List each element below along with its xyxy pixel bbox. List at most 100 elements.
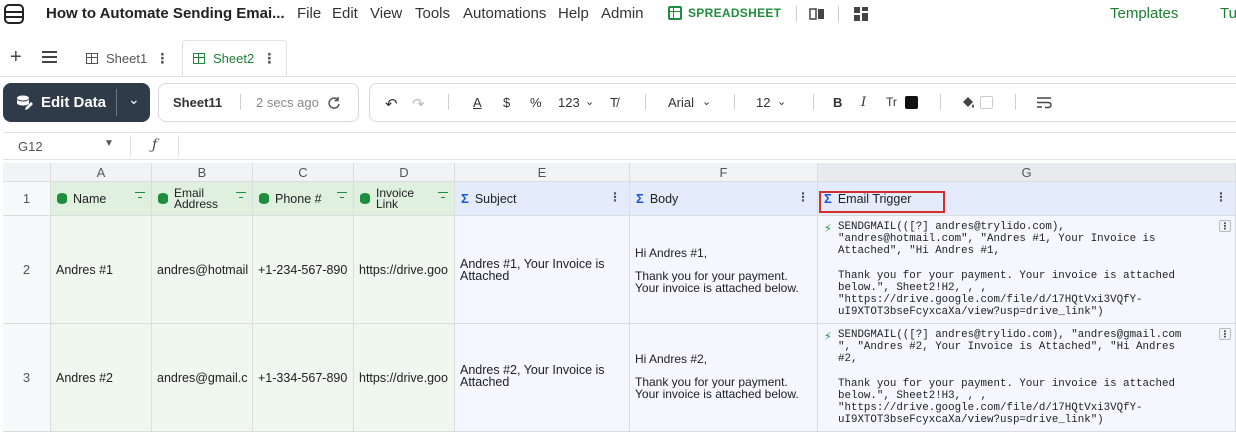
caret-down-icon[interactable]: ▼ bbox=[104, 138, 114, 149]
toolbar-divider bbox=[940, 94, 941, 110]
italic-button[interactable]: I bbox=[861, 95, 866, 110]
column-header-d[interactable]: D bbox=[354, 163, 455, 182]
column-menu-icon[interactable]: ⋮ bbox=[1215, 190, 1227, 204]
cell-f3[interactable]: Hi Andres #2, Thank you for your payment… bbox=[630, 324, 818, 432]
row-header-2[interactable]: 2 bbox=[3, 216, 51, 324]
field-header-subject[interactable]: Σ Subject ⋮ bbox=[455, 182, 630, 216]
bold-button[interactable]: B bbox=[833, 95, 842, 110]
select-all-corner[interactable] bbox=[3, 163, 51, 182]
column-menu-icon[interactable]: ⋮ bbox=[609, 190, 621, 204]
cell-g3[interactable]: ⚡ SENDGMAIL(([?] andres@trylido.com), "a… bbox=[818, 324, 1236, 432]
row-header-3[interactable]: 3 bbox=[3, 324, 51, 432]
field-header-email-address[interactable]: Email Address bbox=[152, 182, 253, 216]
filter-icon[interactable] bbox=[236, 192, 246, 200]
edit-data-button[interactable]: Edit Data ⌄ bbox=[3, 83, 150, 122]
cell-a3[interactable]: Andres #2 bbox=[51, 324, 152, 432]
menu-admin[interactable]: Admin bbox=[601, 5, 644, 22]
percent-format-button[interactable]: % bbox=[530, 95, 542, 110]
add-sheet-icon[interactable]: + bbox=[10, 46, 22, 69]
formula-sigma-icon: Σ bbox=[461, 191, 469, 206]
fill-color-icon[interactable] bbox=[960, 95, 976, 110]
number-format-dropdown[interactable]: 123 bbox=[558, 95, 580, 110]
cell-a2[interactable]: Andres #1 bbox=[51, 216, 152, 324]
spreadsheet-badge-label: SPREADSHEET bbox=[688, 6, 782, 20]
cell-f2[interactable]: Hi Andres #1, Thank you for your payment… bbox=[630, 216, 818, 324]
table-icon bbox=[193, 53, 205, 64]
column-header-c[interactable]: C bbox=[253, 163, 354, 182]
field-header-label: Subject bbox=[474, 191, 517, 206]
tab-sheet2[interactable]: Sheet2 ⋮ bbox=[182, 40, 288, 76]
field-header-label: Invoice Link bbox=[376, 185, 415, 211]
font-size-dropdown[interactable]: 12 bbox=[756, 95, 770, 110]
chevron-down-icon[interactable]: ⌄ bbox=[702, 95, 711, 108]
tab-sheet1[interactable]: Sheet1 ⋮ bbox=[76, 40, 179, 76]
filter-icon[interactable] bbox=[438, 192, 448, 200]
templates-link[interactable]: Templates bbox=[1110, 5, 1178, 22]
split-view-icon[interactable] bbox=[808, 5, 826, 23]
fill-color-swatch[interactable] bbox=[980, 96, 993, 109]
menu-tools[interactable]: Tools bbox=[415, 5, 450, 22]
clear-format-icon[interactable]: T̸ bbox=[610, 95, 618, 110]
cell-g2[interactable]: ⚡ SENDGMAIL(([?] andres@trylido.com), "a… bbox=[818, 216, 1236, 324]
cell-text: Your invoice is attached below. bbox=[635, 282, 799, 294]
filter-icon[interactable] bbox=[337, 192, 347, 200]
filter-icon[interactable] bbox=[135, 192, 145, 200]
cell-text: Andres #2, Your Invoice is Attached bbox=[460, 364, 605, 388]
tab-menu-icon[interactable]: ⋮ bbox=[262, 50, 276, 67]
cell-menu-icon[interactable]: ⋮ bbox=[1219, 328, 1231, 340]
cell-d2[interactable]: https://drive.goo bbox=[354, 216, 455, 324]
field-header-body[interactable]: Σ Body ⋮ bbox=[630, 182, 818, 216]
menu-help[interactable]: Help bbox=[558, 5, 589, 22]
font-family-dropdown[interactable]: Arial bbox=[668, 95, 694, 110]
spreadsheet-badge[interactable]: SPREADSHEET bbox=[668, 6, 781, 20]
menu-view[interactable]: View bbox=[370, 5, 402, 22]
cell-menu-icon[interactable]: ⋮ bbox=[1219, 220, 1231, 232]
edit-data-label: Edit Data bbox=[41, 94, 107, 111]
all-sheets-menu-icon[interactable] bbox=[42, 51, 57, 63]
column-header-a[interactable]: A bbox=[51, 163, 152, 182]
cell-text: Hi Andres #2, bbox=[635, 352, 708, 366]
cell-d3[interactable]: https://drive.goo bbox=[354, 324, 455, 432]
text-color-swatch[interactable] bbox=[905, 96, 918, 109]
divider bbox=[178, 135, 179, 157]
cell-b3[interactable]: andres@gmail.c bbox=[152, 324, 253, 432]
row-header-1[interactable]: 1 bbox=[3, 182, 51, 216]
refresh-icon[interactable] bbox=[327, 96, 341, 110]
sheet-name-field[interactable]: Sheet11 bbox=[173, 95, 222, 110]
cell-reference-box[interactable]: G12 bbox=[18, 139, 43, 154]
dashboard-icon[interactable] bbox=[852, 5, 870, 23]
currency-format-button[interactable]: $ bbox=[503, 95, 510, 110]
divider bbox=[116, 89, 117, 116]
column-header-g[interactable]: G bbox=[818, 163, 1236, 182]
chevron-down-icon[interactable]: ⌄ bbox=[777, 95, 786, 108]
text-style-button[interactable]: Tr bbox=[886, 95, 897, 109]
cell-e2[interactable]: Andres #1, Your Invoice is Attached bbox=[455, 216, 630, 324]
column-header-f[interactable]: F bbox=[630, 163, 818, 182]
wrap-text-icon[interactable] bbox=[1036, 96, 1052, 109]
tab-menu-icon[interactable]: ⋮ bbox=[155, 50, 169, 67]
field-header-phone[interactable]: Phone # bbox=[253, 182, 354, 216]
app-logo-icon[interactable] bbox=[4, 4, 24, 24]
cell-e3[interactable]: Andres #2, Your Invoice is Attached bbox=[455, 324, 630, 432]
column-menu-icon[interactable]: ⋮ bbox=[797, 190, 809, 204]
column-header-b[interactable]: B bbox=[152, 163, 253, 182]
chevron-down-icon[interactable]: ⌄ bbox=[128, 91, 140, 108]
cell-c3[interactable]: +1-334-567-890 bbox=[253, 324, 354, 432]
menu-edit[interactable]: Edit bbox=[332, 5, 358, 22]
redo-icon[interactable]: ↷ bbox=[412, 95, 425, 113]
formula-text: SENDGMAIL(([?] andres@trylido.com), "and… bbox=[838, 221, 1175, 319]
field-header-name[interactable]: Name bbox=[51, 182, 152, 216]
truncated-link[interactable]: Tu bbox=[1220, 5, 1236, 22]
menu-automations[interactable]: Automations bbox=[463, 5, 546, 22]
menu-file[interactable]: File bbox=[297, 5, 321, 22]
undo-icon[interactable]: ↶ bbox=[385, 95, 398, 113]
document-title[interactable]: How to Automate Sending Emai... bbox=[46, 5, 285, 22]
field-header-invoice-link[interactable]: Invoice Link bbox=[354, 182, 455, 216]
cell-c2[interactable]: +1-234-567-890 bbox=[253, 216, 354, 324]
cell-b2[interactable]: andres@hotmail bbox=[152, 216, 253, 324]
chevron-down-icon[interactable]: ⌄ bbox=[585, 95, 594, 108]
column-header-e[interactable]: E bbox=[455, 163, 630, 182]
text-color-icon[interactable]: A bbox=[473, 95, 482, 110]
sheet-tabs-row: + Sheet1 ⋮ Sheet2 ⋮ bbox=[0, 40, 1236, 76]
database-field-icon bbox=[360, 193, 370, 204]
